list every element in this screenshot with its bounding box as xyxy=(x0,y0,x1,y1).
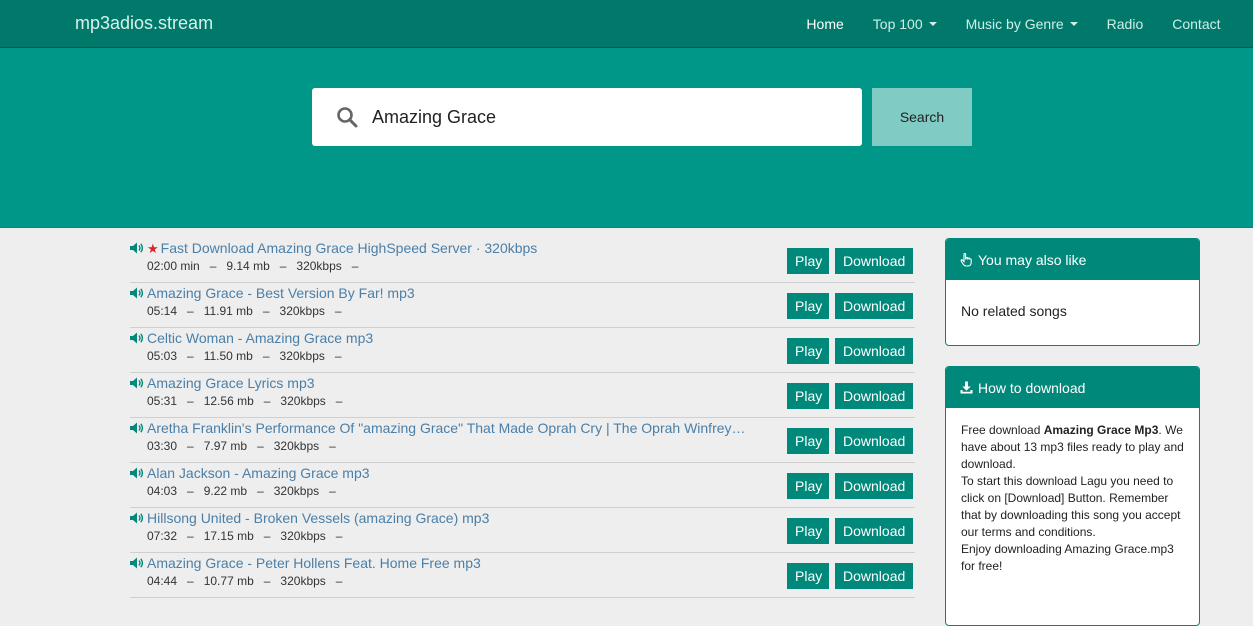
download-button[interactable]: Download xyxy=(835,518,913,544)
song-title: Fast Download Amazing Grace HighSpeed Se… xyxy=(160,240,538,256)
song-title: Aretha Franklin's Performance Of "amazin… xyxy=(147,420,746,436)
song-title-link[interactable]: Amazing Grace - Peter Hollens Feat. Home… xyxy=(130,555,770,571)
result-row: Amazing Grace - Best Version By Far! mp3… xyxy=(130,283,915,328)
search-box xyxy=(312,88,862,146)
download-icon xyxy=(960,381,973,394)
nav-item-music-by-genre[interactable]: Music by Genre xyxy=(951,0,1092,47)
speaker-icon xyxy=(130,467,144,479)
download-button[interactable]: Download xyxy=(835,293,913,319)
song-meta: 07:32 – 17.15 mb – 320kbps – xyxy=(147,529,343,543)
how-to-download-panel: How to download Free download Amazing Gr… xyxy=(945,366,1200,626)
result-row: Alan Jackson - Amazing Grace mp3 04:03 – … xyxy=(130,463,915,508)
song-title-link[interactable]: Hillsong United - Broken Vessels (amazin… xyxy=(130,510,770,526)
search-button[interactable]: Search xyxy=(872,88,972,146)
nav-item-radio[interactable]: Radio xyxy=(1092,0,1158,47)
song-title: Amazing Grace - Best Version By Far! mp3 xyxy=(147,285,415,301)
search-icon xyxy=(337,107,358,128)
results-list: ★ Fast Download Amazing Grace HighSpeed S… xyxy=(130,238,915,598)
how-to-panel-body: Free download Amazing Grace Mp3. We have… xyxy=(946,408,1199,589)
song-title-link[interactable]: ★ Fast Download Amazing Grace HighSpeed S… xyxy=(130,240,770,257)
result-row: Hillsong United - Broken Vessels (amazin… xyxy=(130,508,915,553)
speaker-icon xyxy=(130,287,144,299)
nav-item-label: Home xyxy=(806,15,844,32)
song-title-link[interactable]: Amazing Grace - Best Version By Far! mp3 xyxy=(130,285,770,301)
panel-title: You may also like xyxy=(978,251,1087,268)
nav-item-top-100[interactable]: Top 100 xyxy=(858,0,951,47)
nav-item-label: Music by Genre xyxy=(965,15,1064,32)
play-button[interactable]: Play xyxy=(787,248,829,274)
song-title: Alan Jackson - Amazing Grace mp3 xyxy=(147,465,370,481)
caret-down-icon xyxy=(928,21,937,26)
song-title: Amazing Grace Lyrics mp3 xyxy=(147,375,315,391)
download-button[interactable]: Download xyxy=(835,563,913,589)
result-row: Amazing Grace Lyrics mp3 05:31 – 12.56 mb… xyxy=(130,373,915,418)
speaker-icon xyxy=(130,242,144,254)
howto-song-name: Amazing Grace Mp3 xyxy=(1043,423,1159,437)
play-button[interactable]: Play xyxy=(787,563,829,589)
search-input[interactable] xyxy=(372,106,812,128)
download-button[interactable]: Download xyxy=(835,473,913,499)
panel-title: How to download xyxy=(978,379,1086,396)
speaker-icon xyxy=(130,422,144,434)
download-button[interactable]: Download xyxy=(835,248,913,274)
song-title: Celtic Woman - Amazing Grace mp3 xyxy=(147,330,374,346)
song-meta: 02:00 min – 9.14 mb – 320kbps – xyxy=(147,259,359,273)
howto-text-pre: Free download xyxy=(961,423,1044,437)
howto-enjoy: Enjoy downloading Amazing Grace.mp3 for … xyxy=(961,542,1174,573)
search-hero: Search xyxy=(0,48,1253,228)
result-row: Celtic Woman - Amazing Grace mp3 05:03 – … xyxy=(130,328,915,373)
play-button[interactable]: Play xyxy=(787,473,829,499)
song-title-link[interactable]: Aretha Franklin's Performance Of "amazin… xyxy=(130,420,770,436)
nav-menu: Home Top 100 Music by Genre Radio Contac… xyxy=(792,0,1235,47)
hand-pointer-icon xyxy=(960,252,972,267)
star-icon: ★ xyxy=(147,241,159,256)
related-panel-body: No related songs xyxy=(961,303,1067,319)
nav-item-contact[interactable]: Contact xyxy=(1158,0,1235,47)
song-title: Hillsong United - Broken Vessels (amazin… xyxy=(147,510,490,526)
song-meta: 05:31 – 12.56 mb – 320kbps – xyxy=(147,394,343,408)
download-button[interactable]: Download xyxy=(835,383,913,409)
play-button[interactable]: Play xyxy=(787,338,829,364)
speaker-icon xyxy=(130,377,144,389)
play-button[interactable]: Play xyxy=(787,428,829,454)
result-row: ★ Fast Download Amazing Grace HighSpeed S… xyxy=(130,238,915,283)
song-title: Amazing Grace - Peter Hollens Feat. Home… xyxy=(147,555,481,571)
caret-down-icon xyxy=(1069,21,1078,26)
speaker-icon xyxy=(130,332,144,344)
download-button[interactable]: Download xyxy=(835,338,913,364)
song-title-link[interactable]: Celtic Woman - Amazing Grace mp3 xyxy=(130,330,770,346)
song-meta: 03:30 – 7.97 mb – 320kbps – xyxy=(147,439,336,453)
nav-item-label: Top 100 xyxy=(872,15,923,32)
song-meta: 05:14 – 11.91 mb – 320kbps – xyxy=(147,304,342,318)
nav-item-home[interactable]: Home xyxy=(792,0,858,47)
how-to-panel-header: How to download xyxy=(946,367,1199,408)
howto-instructions: To start this download Lagu you need to … xyxy=(961,474,1181,539)
play-button[interactable]: Play xyxy=(787,293,829,319)
play-button[interactable]: Play xyxy=(787,383,829,409)
song-title-link[interactable]: Alan Jackson - Amazing Grace mp3 xyxy=(130,465,770,481)
song-meta: 04:44 – 10.77 mb – 320kbps – xyxy=(147,574,343,588)
navbar: mp3adios.stream Home Top 100 Music by Ge… xyxy=(0,0,1253,48)
nav-item-label: Contact xyxy=(1172,15,1221,32)
speaker-icon xyxy=(130,512,144,524)
download-button[interactable]: Download xyxy=(835,428,913,454)
brand-logo[interactable]: mp3adios.stream xyxy=(75,13,213,34)
result-row: Amazing Grace - Peter Hollens Feat. Home… xyxy=(130,553,915,598)
song-meta: 05:03 – 11.50 mb – 320kbps – xyxy=(147,349,342,363)
related-panel-header: You may also like xyxy=(946,239,1199,280)
speaker-icon xyxy=(130,557,144,569)
nav-item-label: Radio xyxy=(1106,15,1144,32)
result-row: Aretha Franklin's Performance Of "amazin… xyxy=(130,418,915,463)
related-panel: You may also like No related songs xyxy=(945,238,1200,346)
song-meta: 04:03 – 9.22 mb – 320kbps – xyxy=(147,484,336,498)
play-button[interactable]: Play xyxy=(787,518,829,544)
song-title-link[interactable]: Amazing Grace Lyrics mp3 xyxy=(130,375,770,391)
